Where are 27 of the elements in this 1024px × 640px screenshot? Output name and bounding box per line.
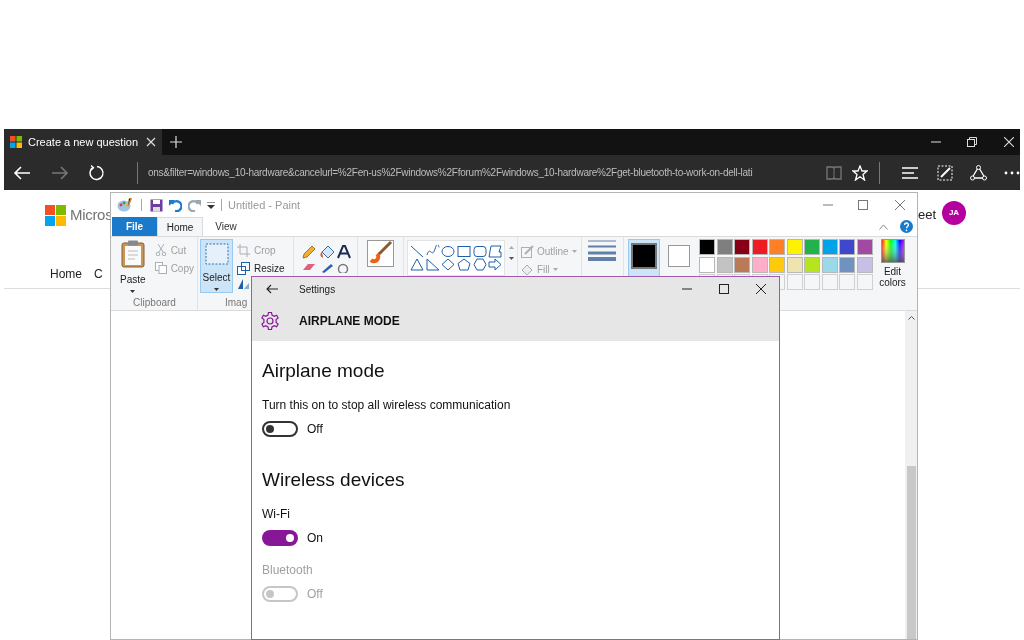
nav-link[interactable]: C (94, 265, 103, 283)
edit-colors-button[interactable]: Edit colors (877, 239, 908, 288)
ribbon-tab[interactable]: Home (157, 217, 203, 236)
group-label: Imag (225, 295, 248, 310)
ribbon-tab[interactable]: View (203, 217, 249, 236)
tab-title: Create a new question (28, 134, 140, 150)
group-label: Clipboard (133, 295, 176, 310)
section-heading: Airplane mode (262, 359, 385, 383)
toggle-state-text: On (307, 530, 323, 547)
setting-label: Bluetooth (262, 562, 313, 579)
url-text[interactable]: ons&filter=windows_10-hardware&cancelurl=%2Fen-us%2Fwindows%2Fforum%2Fwindows_10-hardware%2Fget-bluetooth-to-work-on-dell-lati (148, 165, 820, 180)
tool-button[interactable]: Resize (237, 259, 285, 277)
header-text: eet (918, 206, 937, 224)
select-button[interactable]: Select (200, 239, 233, 293)
setting-label: Turn this on to stop all wireless communication (262, 397, 511, 414)
avatar[interactable]: JA (942, 201, 966, 225)
window-title: Untitled - Paint (228, 197, 301, 213)
toggle-state-text: Off (307, 586, 323, 603)
toggle-state-text: Off (307, 421, 323, 438)
setting-label: Wi-Fi (262, 506, 290, 523)
page-title: AIRPLANE MODE (299, 313, 400, 330)
nav-link[interactable]: Home (50, 265, 82, 283)
browser-tab[interactable]: Create a new question (4, 129, 162, 155)
section-heading: Wireless devices (262, 468, 405, 492)
window-title: Settings (299, 282, 336, 297)
paste-button[interactable]: Paste (115, 240, 151, 292)
ribbon-tab[interactable]: File (112, 217, 157, 236)
